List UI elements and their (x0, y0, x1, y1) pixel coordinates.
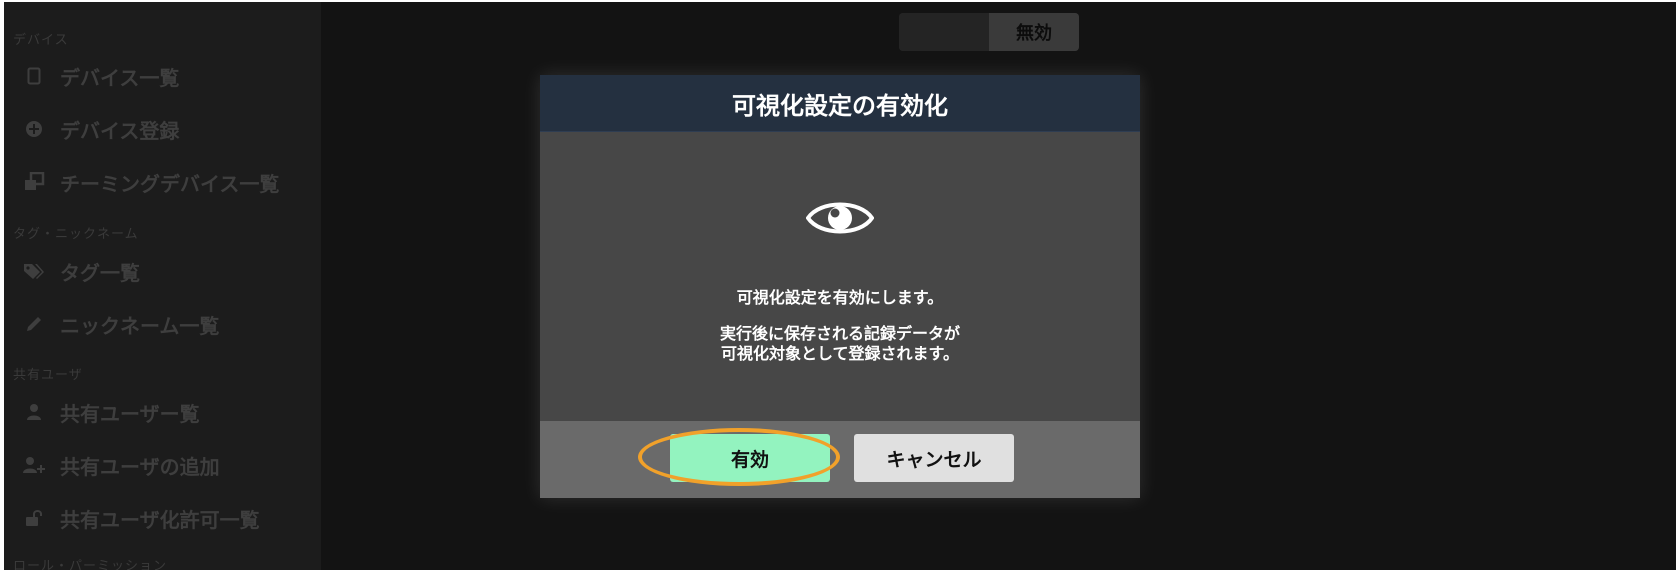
sidebar-item-nickname-list[interactable]: ニックネーム一覧 (22, 307, 219, 341)
dialog-message-secondary-line2: 可視化対象として登録されます。 (721, 344, 959, 363)
sidebar-item-teaming-devices[interactable]: チーミングデバイス一覧 (22, 165, 279, 199)
pencil-icon (22, 315, 46, 333)
cancel-button[interactable]: キャンセル (854, 434, 1014, 482)
tags-icon (22, 262, 46, 280)
dialog-footer: 有効 キャンセル (540, 421, 1140, 498)
sidebar-section-devices: デバイス (13, 33, 69, 48)
clone-icon (22, 172, 46, 192)
sidebar-item-tag-list[interactable]: タグ一覧 (22, 254, 140, 288)
sidebar-item-add-shared-user[interactable]: 共有ユーザの追加 (22, 448, 220, 482)
app-window: デバイス デバイス一覧 デバイス登録 チーミングデバイス一覧 タグ・ニックネーム (4, 2, 1676, 570)
sidebar-item-label: デバイス登録 (60, 118, 180, 143)
plus-circle-icon (22, 120, 46, 138)
enable-visualization-dialog: 可視化設定の有効化 可視化設定を有効にします。 実行後に保存される記録データが … (540, 75, 1140, 498)
sidebar-item-label: デバイス一覧 (60, 65, 180, 90)
sidebar-section-roles: ロール・パーミッション (13, 559, 168, 570)
sidebar-item-label: 共有ユーザ化許可一覧 (60, 507, 260, 532)
dialog-title: 可視化設定の有効化 (540, 75, 1140, 132)
sidebar-item-label: チーミングデバイス一覧 (60, 171, 280, 196)
user-plus-icon (22, 456, 46, 474)
tablet-icon (22, 67, 46, 85)
eye-icon (806, 202, 874, 234)
sidebar-item-label: ニックネーム一覧 (60, 313, 220, 338)
sidebar-item-label: 共有ユーザー覧 (60, 401, 200, 426)
sidebar-section-shared-users: 共有ユーザ (13, 368, 83, 383)
sidebar-item-label: タグ一覧 (60, 260, 140, 285)
sidebar-section-tags: タグ・ニックネーム (13, 227, 139, 242)
sidebar-item-device-list[interactable]: デバイス一覧 (22, 59, 179, 93)
toggle-label: 無効 (989, 13, 1079, 51)
sidebar-item-label: 共有ユーザの追加 (60, 454, 220, 479)
user-icon (22, 403, 46, 421)
sidebar: デバイス デバイス一覧 デバイス登録 チーミングデバイス一覧 タグ・ニックネーム (4, 2, 321, 570)
dialog-message-primary: 可視化設定を有効にします。 (736, 288, 944, 307)
sidebar-item-shared-user-list[interactable]: 共有ユーザー覧 (22, 395, 200, 429)
unlock-icon (22, 509, 46, 527)
visualization-toggle[interactable]: 無効 (899, 13, 1079, 51)
toggle-track (899, 13, 989, 51)
sidebar-item-shared-user-permissions[interactable]: 共有ユーザ化許可一覧 (22, 501, 260, 535)
dialog-body: 可視化設定を有効にします。 実行後に保存される記録データが 可視化対象として登録… (540, 132, 1140, 421)
sidebar-item-device-register[interactable]: デバイス登録 (22, 112, 179, 146)
enable-button[interactable]: 有効 (670, 434, 830, 482)
